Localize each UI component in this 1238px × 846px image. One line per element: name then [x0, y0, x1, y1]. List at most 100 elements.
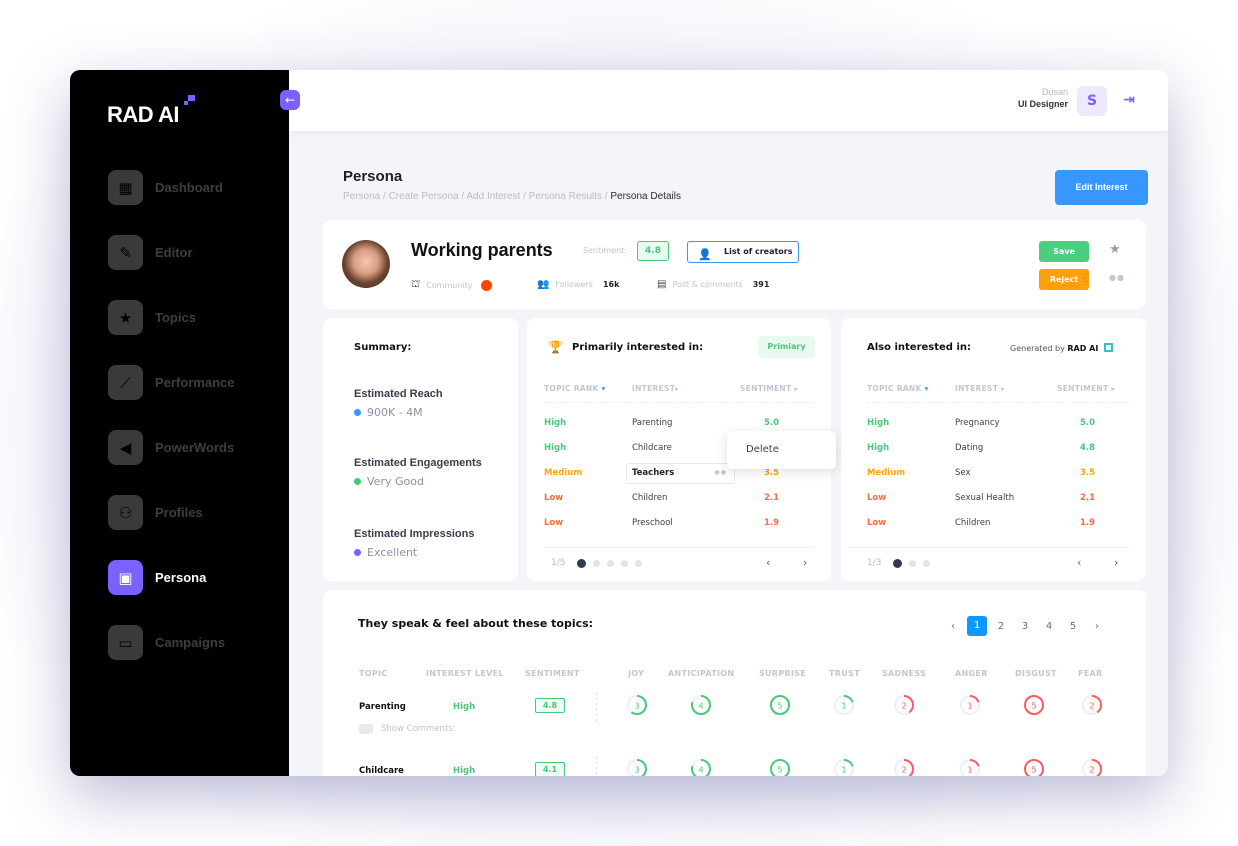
th-label: TOPIC RANK — [544, 384, 599, 393]
reject-button[interactable]: Reject — [1039, 269, 1089, 290]
reddit-icon[interactable] — [480, 280, 492, 291]
more-options-icon[interactable]: ●● — [1109, 273, 1125, 282]
table-row[interactable]: Low Children 2.1 — [527, 493, 831, 513]
pagination-page-5[interactable]: 5 — [1061, 621, 1085, 632]
sidebar-item-editor[interactable]: ✎ Editor — [108, 235, 234, 270]
list-of-creators-button[interactable]: 👤 List of creators — [687, 241, 799, 263]
chart-icon: ⟋ — [108, 365, 143, 400]
th-sentiment[interactable]: SENTIMENT ▸ — [740, 384, 798, 393]
th-sentiment[interactable]: SENTIMENT ▸ — [1057, 384, 1115, 393]
topic-rank: Low — [867, 518, 887, 528]
summary-item-value: Excellent — [354, 546, 474, 559]
emotion-score-fear: 2 — [1082, 759, 1102, 776]
carousel-pager: 1/3 — [867, 558, 931, 568]
page-title: Persona — [343, 168, 403, 185]
pagination-prev-button[interactable]: ‹ — [941, 621, 965, 632]
topic-rank: Low — [544, 518, 564, 528]
page-dot[interactable] — [607, 559, 615, 567]
people-icon: ⚇ — [108, 495, 143, 530]
sidebar-item-campaigns[interactable]: ▭ Campaigns — [108, 625, 234, 660]
sidebar-item-label: Performance — [155, 375, 235, 390]
interest-name: Children — [955, 518, 991, 528]
table-row[interactable]: Medium Sex 3.5 — [841, 468, 1146, 488]
persona-icon: ▣ — [108, 560, 143, 595]
page-dot[interactable] — [909, 559, 917, 567]
user-role: UI Designer — [1017, 99, 1068, 109]
sentiment-value: 2.1 — [764, 493, 780, 503]
table-row[interactable]: Medium Teachers 3.5 — [527, 468, 831, 488]
topic-rank: High — [544, 443, 567, 453]
topic-row[interactable]: Childcare High 4.1 3 4 5 1 2 1 5 2 — [323, 756, 1146, 776]
prev-button[interactable]: ‹ — [1077, 556, 1081, 569]
list-of-creators-label: List of creators — [724, 247, 793, 256]
pagination-next-button[interactable]: › — [1085, 621, 1109, 632]
sidebar-item-powerwords[interactable]: ◀ PowerWords — [108, 430, 234, 465]
emotion-score-disgust: 5 — [1024, 759, 1044, 776]
sidebar-item-profiles[interactable]: ⚇ Profiles — [108, 495, 234, 530]
table-row[interactable]: High Dating 4.8 — [841, 443, 1146, 463]
th-interest[interactable]: INTEREST▸ — [632, 384, 679, 393]
logo: RAD AI — [107, 95, 195, 128]
interest-level: High — [453, 766, 476, 776]
pagination-page-4[interactable]: 4 — [1037, 621, 1061, 632]
emotion-value: 3 — [634, 766, 639, 775]
emotion-value: 2 — [1089, 702, 1094, 711]
page-dot[interactable] — [593, 559, 601, 567]
th-topic-rank[interactable]: TOPIC RANK ▾ — [867, 384, 929, 393]
persona-name: Working parents — [411, 240, 553, 260]
emotion-score-surprise: 5 — [770, 695, 790, 715]
page-dot[interactable] — [923, 559, 931, 567]
logout-icon[interactable]: ⇥ — [1123, 92, 1135, 108]
sidebar-item-dashboard[interactable]: ▦ Dashboard — [108, 170, 234, 205]
emotion-value: 2 — [1089, 766, 1094, 775]
pagination-page-1[interactable]: 1 — [967, 616, 987, 636]
star-icon[interactable]: ★ — [1109, 242, 1121, 257]
table-row[interactable]: High Pregnancy 5.0 — [841, 418, 1146, 438]
sort-right-icon: ▸ — [1111, 384, 1116, 393]
th-interest[interactable]: INTEREST ▸ — [955, 384, 1005, 393]
th-topic-rank[interactable]: TOPIC RANK ▾ — [544, 384, 606, 393]
delete-menu-item[interactable]: Delete — [727, 431, 836, 469]
edit-interest-button[interactable]: Edit Interest — [1055, 170, 1148, 205]
interest-name: Sex — [955, 468, 971, 478]
sidebar-item-persona[interactable]: ▣ Persona — [108, 560, 234, 595]
topic-row[interactable]: Parenting High 4.8 Show Comments: 3 4 5 1 2 1 5… — [323, 692, 1146, 734]
page-dot[interactable] — [577, 558, 587, 568]
column-divider — [596, 692, 597, 722]
interest-name: Childcare — [632, 443, 672, 453]
summary-value-text: 900K - 4M — [367, 406, 423, 419]
save-button[interactable]: Save — [1039, 241, 1089, 262]
topic-name: Childcare — [359, 766, 404, 776]
avatar[interactable]: S — [1077, 86, 1107, 116]
emotion-score-fear: 2 — [1082, 695, 1102, 715]
topics-pagination: ‹ 1 2 3 4 5 › — [941, 616, 1109, 636]
show-comments-button[interactable]: Show Comments: — [359, 724, 456, 734]
page-dot[interactable] — [635, 559, 643, 567]
logo-mark — [188, 95, 195, 101]
user-info: Dusan UI Designer — [1018, 87, 1068, 109]
table-row[interactable]: Low Sexual Health 2.1 — [841, 493, 1146, 513]
sidebar-item-topics[interactable]: ★ Topics — [108, 300, 234, 335]
pagination-page-3[interactable]: 3 — [1013, 621, 1037, 632]
sidebar-item-performance[interactable]: ⟋ Performance — [108, 365, 234, 400]
status-dot — [354, 409, 361, 416]
emotion-score-trust: 1 — [834, 759, 854, 776]
collapse-sidebar-button[interactable]: ← — [280, 90, 300, 110]
interest-name: Children — [632, 493, 668, 503]
prev-button[interactable]: ‹ — [766, 556, 770, 569]
table-row[interactable]: Low Preschool 1.9 — [527, 518, 831, 538]
breadcrumb-trail[interactable]: Persona / Create Persona / Add Interest … — [343, 191, 610, 202]
topic-rank: High — [867, 418, 890, 428]
next-button[interactable]: › — [1114, 556, 1118, 569]
sentiment-value: 5.0 — [764, 418, 780, 428]
community-meta: ⛫ Community — [411, 279, 492, 292]
page-dot[interactable] — [621, 559, 629, 567]
primary-title: Primarily interested in: — [572, 342, 704, 353]
pagination-page-2[interactable]: 2 — [989, 621, 1013, 632]
laptop-icon: ▭ — [108, 625, 143, 660]
page-dot[interactable] — [893, 558, 903, 568]
next-button[interactable]: › — [803, 556, 807, 569]
emotion-score-sadness: 2 — [894, 759, 914, 776]
sidebar-item-label: Topics — [155, 310, 196, 325]
table-row[interactable]: Low Children 1.9 — [841, 518, 1146, 538]
